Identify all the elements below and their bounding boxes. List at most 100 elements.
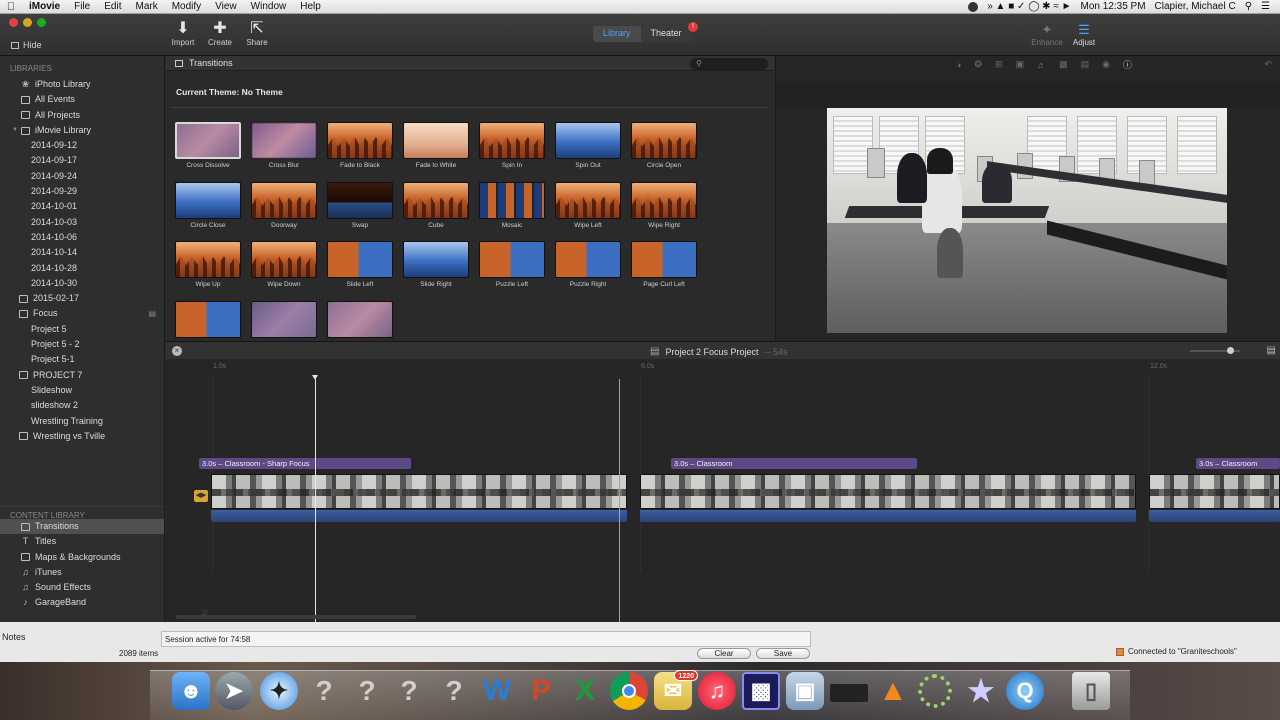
color-balance-icon[interactable]: ◑ bbox=[956, 60, 961, 70]
sidebar-item-project[interactable]: Project 5 bbox=[0, 322, 164, 337]
menu-file[interactable]: File bbox=[67, 1, 97, 12]
video-clip[interactable] bbox=[1149, 474, 1280, 509]
sidebar-item-event[interactable]: 2014-09-29 bbox=[0, 184, 164, 199]
audio-waveform[interactable] bbox=[1149, 510, 1280, 522]
sidebar-item-event[interactable]: 2014-09-12 bbox=[0, 138, 164, 153]
trash-icon[interactable]: ▯ bbox=[1072, 672, 1110, 710]
speed-icon[interactable]: ▤ bbox=[1081, 59, 1090, 70]
powerpoint-icon[interactable]: P bbox=[522, 672, 560, 710]
video-clip[interactable] bbox=[640, 474, 1136, 509]
sidebar-item-itunes[interactable]: ♫ iTunes bbox=[0, 565, 164, 580]
transition-tile[interactable]: Spin In bbox=[479, 122, 545, 169]
transition-tile[interactable]: Cross Dissolve bbox=[175, 122, 241, 169]
timeline[interactable]: 1.0s 6.0s 12.0s 3.0s – Classroom - Sharp… bbox=[166, 359, 1280, 624]
hide-sidebar-button[interactable]: Hide bbox=[11, 40, 42, 50]
sidebar-item-garageband[interactable]: ♪ GarageBand bbox=[0, 595, 164, 610]
video-clip[interactable] bbox=[211, 474, 627, 509]
transition-tile[interactable]: Cube bbox=[403, 181, 469, 229]
timeline-scrollbar[interactable] bbox=[176, 615, 416, 619]
word-icon[interactable]: W bbox=[478, 672, 516, 710]
create-button[interactable]: ✚ Create bbox=[205, 20, 235, 47]
tab-library[interactable]: Library bbox=[593, 26, 641, 42]
transition-tile[interactable] bbox=[175, 300, 241, 341]
clear-button[interactable]: Clear bbox=[697, 648, 751, 659]
transition-tile[interactable]: Wipe Up bbox=[175, 241, 241, 288]
transition-tile[interactable]: Spin Out bbox=[555, 122, 621, 169]
sidebar-item-event[interactable]: 2014-09-24 bbox=[0, 169, 164, 184]
vlc-icon[interactable]: ▲ bbox=[874, 672, 912, 710]
zoom-slider[interactable] bbox=[1190, 347, 1240, 354]
sidebar-item-project[interactable]: PROJECT 7 bbox=[0, 368, 164, 383]
disclosure-triangle-icon[interactable]: ▼ bbox=[11, 123, 19, 138]
chrome-icon[interactable] bbox=[610, 672, 648, 710]
excel-icon[interactable]: X bbox=[566, 672, 604, 710]
menu-help[interactable]: Help bbox=[293, 1, 328, 12]
transition-tile[interactable]: Wipe Left bbox=[555, 181, 621, 229]
sidebar-item-project[interactable]: Project 5 - 2 bbox=[0, 337, 164, 352]
crop-icon[interactable]: ⊞ bbox=[995, 59, 1003, 70]
reset-icon[interactable]: ↶ bbox=[1264, 59, 1272, 70]
unknown-app-icon[interactable]: ? bbox=[348, 672, 386, 710]
sidebar-item-sound-effects[interactable]: ♫ Sound Effects bbox=[0, 580, 164, 595]
unknown-app-icon[interactable]: ? bbox=[305, 672, 343, 710]
launchpad-icon[interactable]: ➤ bbox=[215, 672, 253, 710]
sidebar-item-project[interactable]: Project 5-1 bbox=[0, 352, 164, 367]
close-window-button[interactable] bbox=[9, 18, 18, 27]
color-correction-icon[interactable]: ❂ bbox=[974, 59, 982, 70]
sidebar-item-event[interactable]: 2014-10-14 bbox=[0, 245, 164, 260]
imovie-dock-icon[interactable]: ▩ bbox=[742, 672, 780, 710]
sidebar-item-titles[interactable]: T Titles bbox=[0, 534, 164, 549]
sidebar-item-project[interactable]: Wrestling Training bbox=[0, 414, 164, 429]
clip-title[interactable]: 3.0s – Classroom bbox=[1196, 458, 1280, 469]
unknown-app-icon[interactable]: ? bbox=[435, 672, 473, 710]
volume-icon[interactable]: ♬ bbox=[1037, 60, 1046, 70]
transition-tile[interactable]: Puzzle Left bbox=[479, 241, 545, 288]
user-name[interactable]: Clapier, Michael C bbox=[1155, 1, 1236, 12]
zoom-window-button[interactable] bbox=[37, 18, 46, 27]
sidebar-item-event[interactable]: 2014-09-17 bbox=[0, 153, 164, 168]
equalizer-icon[interactable]: ▩ bbox=[1059, 59, 1068, 70]
sidebar-item-project[interactable]: slideshow 2 bbox=[0, 398, 164, 413]
sync-icon[interactable] bbox=[918, 674, 952, 708]
menu-mark[interactable]: Mark bbox=[128, 1, 164, 12]
enhance-button[interactable]: ✦ Enhance bbox=[1029, 22, 1065, 47]
transition-tile[interactable]: Doorway bbox=[251, 181, 317, 229]
sidebar-item-all-events[interactable]: All Events bbox=[0, 92, 164, 107]
status-icons[interactable]: » ▲ ■ ✓ ◯ ✱ ≈ ► bbox=[987, 1, 1071, 12]
record-icon[interactable] bbox=[968, 1, 979, 12]
unknown-app-icon[interactable]: ? bbox=[390, 672, 428, 710]
transition-tile[interactable]: Circle Open bbox=[631, 122, 697, 169]
transition-tile[interactable]: Slide Left bbox=[327, 241, 393, 288]
imovie-star-icon[interactable]: ★ bbox=[962, 672, 1000, 710]
transition-tile[interactable]: Circle Close bbox=[175, 181, 241, 229]
search-field[interactable]: ⚲ bbox=[690, 58, 768, 70]
info-icon[interactable]: ⓘ bbox=[1123, 58, 1132, 71]
tab-theater[interactable]: Theater bbox=[640, 26, 692, 42]
filter-icon[interactable]: ◉ bbox=[1102, 59, 1110, 70]
clip-title[interactable]: 3.0s – Classroom - Sharp Focus bbox=[199, 458, 411, 469]
search-icon[interactable]: ⚲ bbox=[1245, 1, 1252, 12]
import-button[interactable]: ⬇ Import bbox=[168, 20, 198, 47]
quicktime-icon[interactable]: Q bbox=[1006, 672, 1044, 710]
transition-tile[interactable]: Fade to White bbox=[403, 122, 469, 169]
sidebar-item-event[interactable]: 2014-10-03 bbox=[0, 215, 164, 230]
menu-window[interactable]: Window bbox=[244, 1, 294, 12]
menu-edit[interactable]: Edit bbox=[97, 1, 128, 12]
clock[interactable]: Mon 12:35 PM bbox=[1081, 1, 1146, 12]
sidebar-item-event[interactable]: 2015-02-17 bbox=[0, 291, 164, 306]
video-preview[interactable] bbox=[827, 108, 1227, 333]
menu-view[interactable]: View bbox=[208, 1, 244, 12]
transition-tile[interactable]: Wipe Down bbox=[251, 241, 317, 288]
sidebar-item-imovie-library[interactable]: ▼ iMovie Library bbox=[0, 123, 164, 138]
transition-tile[interactable]: Slide Right bbox=[403, 241, 469, 288]
transition-tile[interactable]: Fade to Black bbox=[327, 122, 393, 169]
sidebar-item-iphoto-library[interactable]: ❀ iPhoto Library bbox=[0, 77, 164, 92]
minimize-window-button[interactable] bbox=[23, 18, 32, 27]
transition-tile[interactable] bbox=[251, 300, 317, 341]
audio-waveform[interactable] bbox=[640, 510, 1136, 522]
transition-tile[interactable]: Mosaic bbox=[479, 181, 545, 229]
audio-waveform[interactable] bbox=[211, 510, 627, 522]
clip-title[interactable]: 3.0s – Classroom bbox=[671, 458, 917, 469]
sidebar-item-project[interactable]: Slideshow bbox=[0, 383, 164, 398]
sidebar-item-event[interactable]: 2014-10-28 bbox=[0, 261, 164, 276]
